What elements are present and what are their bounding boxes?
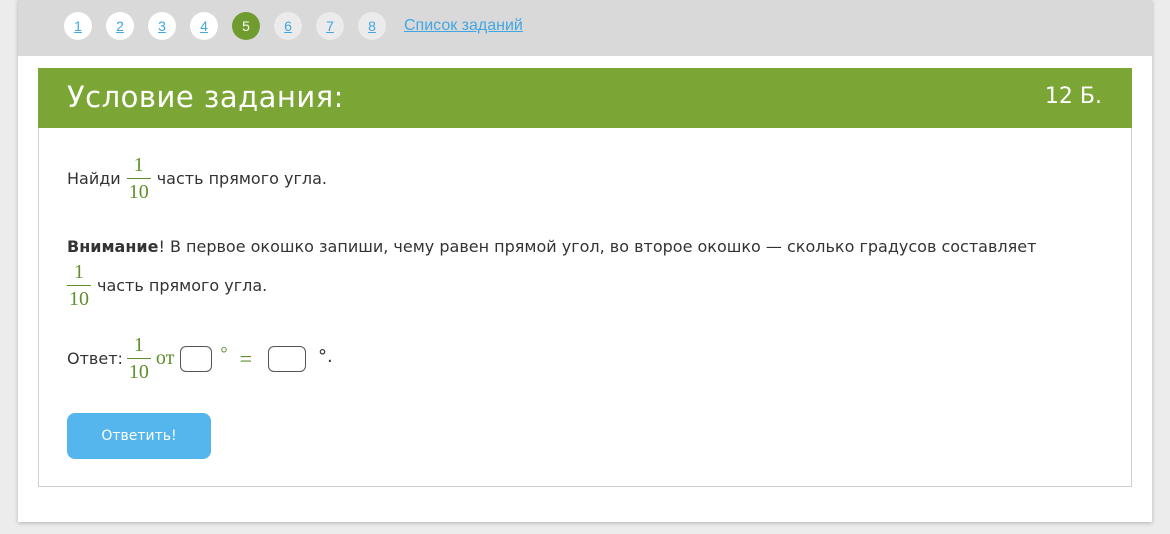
task-navigation: 1 2 3 4 5 6 7 8 Список заданий bbox=[18, 0, 1152, 56]
question-suffix: часть прямого угла. bbox=[156, 169, 327, 188]
task-points: 12 Б. bbox=[1044, 84, 1102, 109]
page-link-5-current[interactable]: 5 bbox=[232, 12, 260, 40]
answer-of-word: от bbox=[155, 347, 175, 369]
fraction-numerator: 1 bbox=[74, 261, 84, 283]
attention-note: Внимание! В первое окошко запиши, чему р… bbox=[67, 237, 1117, 309]
fraction-numerator: 1 bbox=[133, 334, 144, 356]
task-title: Условие задания: bbox=[67, 80, 344, 114]
question-prefix: Найди bbox=[67, 169, 121, 188]
answer-row: Ответ: 1 10 от ° = °. bbox=[67, 335, 333, 382]
fraction-denominator: 10 bbox=[128, 181, 149, 203]
right-angle-input[interactable] bbox=[180, 345, 213, 372]
attention-suffix: часть прямого угла. bbox=[97, 276, 268, 295]
page-link-2[interactable]: 2 bbox=[106, 12, 134, 40]
attention-line-2: 1 10 часть прямого угла. bbox=[67, 262, 1117, 309]
task-card: 1 2 3 4 5 6 7 8 Список заданий Условие з… bbox=[18, 0, 1152, 522]
task-list-link[interactable]: Список заданий bbox=[404, 17, 523, 35]
fraction-denominator: 10 bbox=[69, 288, 89, 310]
page-link-3[interactable]: 3 bbox=[148, 12, 176, 40]
fraction-denominator: 10 bbox=[128, 361, 149, 383]
task-header: Условие задания: 12 Б. bbox=[38, 68, 1132, 128]
task-question: Найди 1 10 часть прямого угла. bbox=[67, 155, 327, 202]
fraction-one-tenth-2: 1 10 bbox=[67, 262, 91, 309]
equals-sign: = bbox=[239, 345, 253, 371]
task-panel: Условие задания: 12 Б. Найди 1 10 часть … bbox=[38, 68, 1132, 487]
page-link-7[interactable]: 7 bbox=[316, 12, 344, 40]
page-link-6[interactable]: 6 bbox=[274, 12, 302, 40]
degree-symbol-1: ° bbox=[220, 343, 228, 363]
answer-label: Ответ: bbox=[67, 349, 123, 368]
attention-line: Внимание! В первое окошко запиши, чему р… bbox=[67, 237, 1117, 256]
submit-answer-button[interactable]: Ответить! bbox=[67, 413, 211, 459]
pager: 1 2 3 4 5 6 7 8 Список заданий bbox=[64, 12, 523, 40]
tenth-angle-input[interactable] bbox=[268, 345, 307, 372]
page-link-1[interactable]: 1 bbox=[64, 12, 92, 40]
fraction-one-tenth-3: 1 10 bbox=[126, 334, 151, 383]
attention-bold: Внимание bbox=[67, 237, 159, 256]
attention-text: ! В первое окошко запиши, чему равен пря… bbox=[158, 237, 1037, 256]
fraction-numerator: 1 bbox=[133, 154, 144, 176]
fraction-one-tenth: 1 10 bbox=[126, 154, 151, 203]
page-link-4[interactable]: 4 bbox=[190, 12, 218, 40]
degree-symbol-2: °. bbox=[318, 346, 333, 367]
page-link-8[interactable]: 8 bbox=[358, 12, 386, 40]
